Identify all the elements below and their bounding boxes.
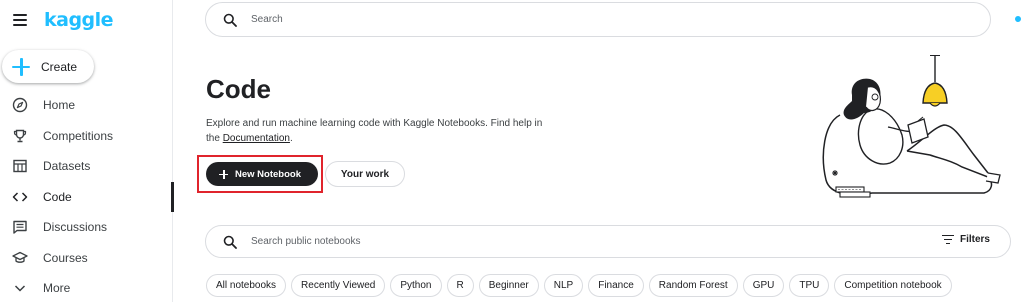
- search-icon: [223, 235, 237, 249]
- chip-competition-notebook[interactable]: Competition notebook: [834, 274, 952, 297]
- trophy-icon: [12, 128, 28, 144]
- notification-dot[interactable]: [1015, 16, 1021, 22]
- filter-chips: All notebooks Recently Viewed Python R B…: [206, 274, 952, 297]
- chip-random-forest[interactable]: Random Forest: [648, 274, 738, 297]
- chip-all-notebooks[interactable]: All notebooks: [206, 274, 287, 297]
- sidebar-item-more[interactable]: More: [0, 273, 173, 302]
- page-title: Code: [206, 74, 271, 104]
- sidebar-item-label: Datasets: [43, 159, 91, 174]
- notebook-search-input[interactable]: Search public notebooks Filters: [205, 225, 1011, 258]
- compass-icon: [12, 97, 28, 113]
- sidebar-item-label: Home: [43, 98, 76, 113]
- chip-tpu[interactable]: TPU: [789, 274, 830, 297]
- sidebar-nav: Home Competitions Datasets Code Discussi…: [0, 90, 174, 302]
- search-placeholder: Search: [251, 14, 283, 25]
- sidebar-item-label: Competitions: [43, 128, 114, 143]
- notebook-search-placeholder: Search public notebooks: [251, 236, 361, 247]
- search-icon: [223, 13, 237, 27]
- menu-icon[interactable]: [12, 11, 30, 29]
- code-icon: [12, 189, 28, 205]
- plus-icon: [12, 57, 30, 76]
- chip-r[interactable]: R: [446, 274, 474, 297]
- chip-python[interactable]: Python: [390, 274, 442, 297]
- sidebar-item-label: Code: [43, 189, 72, 204]
- sidebar-item-datasets[interactable]: Datasets: [0, 151, 173, 182]
- chip-recently-viewed[interactable]: Recently Viewed: [291, 274, 386, 297]
- new-notebook-label: New Notebook: [235, 168, 301, 180]
- sidebar-item-discussions[interactable]: Discussions: [0, 212, 173, 243]
- sidebar-item-home[interactable]: Home: [0, 90, 173, 121]
- sidebar-item-courses[interactable]: Courses: [0, 243, 173, 274]
- filter-icon: [941, 234, 954, 245]
- filters-button[interactable]: Filters: [941, 234, 990, 245]
- sidebar: kaggle Create Home Competitions Datasets: [0, 0, 174, 302]
- kaggle-logo[interactable]: kaggle: [44, 9, 114, 31]
- filters-label: Filters: [959, 234, 990, 245]
- sidebar-item-code[interactable]: Code: [0, 181, 174, 213]
- your-work-button[interactable]: Your work: [325, 161, 405, 187]
- comment-icon: [12, 219, 28, 235]
- hero-illustration: [822, 55, 1001, 198]
- school-icon: [12, 250, 28, 266]
- sidebar-item-label: Discussions: [43, 220, 108, 235]
- search-input[interactable]: Search: [205, 2, 991, 37]
- create-button[interactable]: Create: [2, 50, 94, 83]
- documentation-link[interactable]: Documentation: [223, 133, 290, 144]
- description-suffix: .: [289, 133, 293, 144]
- page-description: Explore and run machine learning code wi…: [206, 116, 556, 146]
- table-icon: [12, 158, 28, 174]
- sidebar-item-label: More: [43, 281, 71, 296]
- chip-nlp[interactable]: NLP: [543, 274, 584, 297]
- chip-gpu[interactable]: GPU: [742, 274, 785, 297]
- chip-finance[interactable]: Finance: [588, 274, 644, 297]
- sidebar-item-competitions[interactable]: Competitions: [0, 121, 173, 152]
- plus-icon: [219, 169, 228, 179]
- chevron-down-icon: [12, 280, 28, 296]
- chip-beginner[interactable]: Beginner: [478, 274, 539, 297]
- sidebar-item-label: Courses: [43, 250, 88, 265]
- new-notebook-button[interactable]: New Notebook: [206, 162, 318, 186]
- create-button-label: Create: [41, 59, 78, 74]
